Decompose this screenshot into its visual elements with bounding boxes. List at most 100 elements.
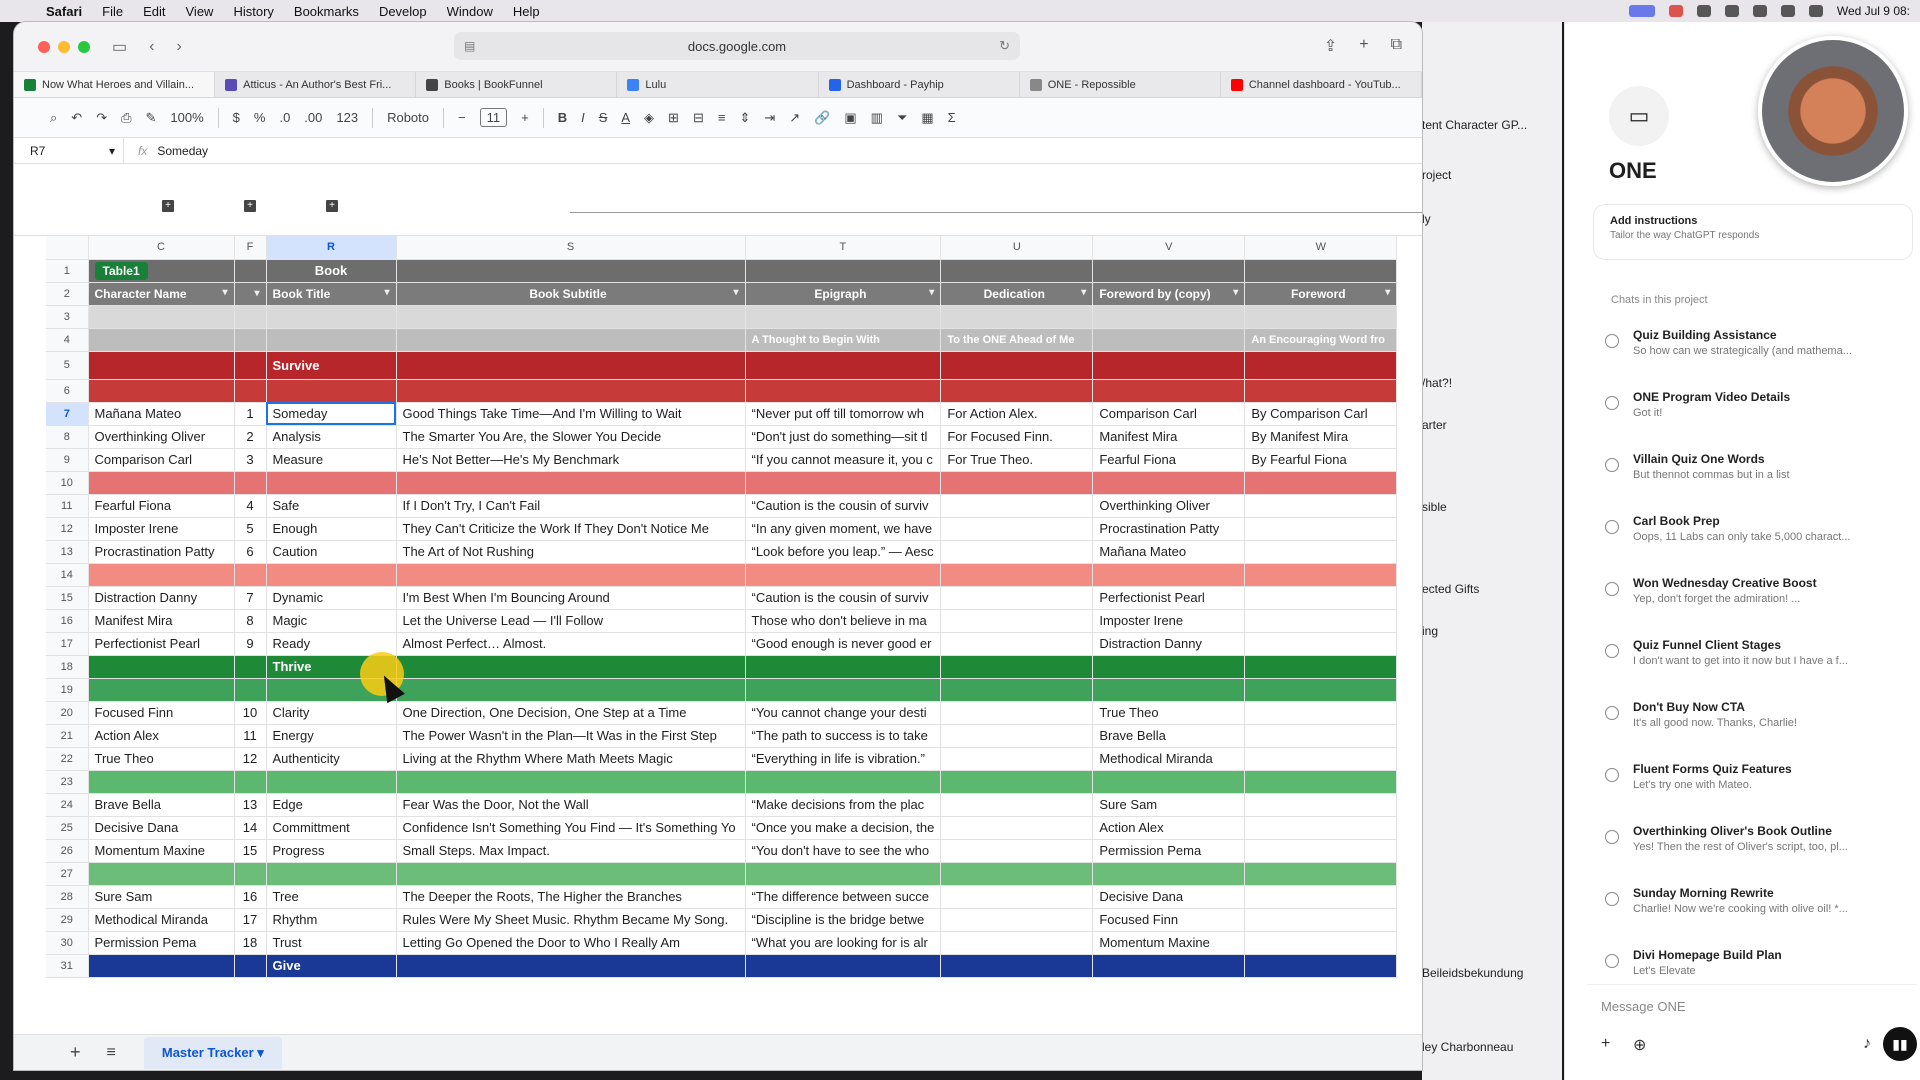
sheet-tab-master-tracker[interactable]: Master Tracker ▾ — [143, 1036, 282, 1069]
epigraph-cell[interactable]: “Once you make a decision, the — [745, 816, 942, 840]
paint-format-icon[interactable]: ✎ — [146, 110, 157, 126]
book-title-cell[interactable]: Tree — [266, 885, 397, 909]
subtitle-cell[interactable]: If I Don't Try, I Can't Fail — [396, 494, 746, 518]
subtitle-cell[interactable]: Let the Universe Lead — I'll Follow — [396, 609, 746, 633]
microphone-icon[interactable]: ♪ — [1863, 1035, 1871, 1053]
cell[interactable] — [1244, 379, 1398, 403]
record-icon[interactable] — [1668, 5, 1683, 17]
all-sheets-icon[interactable]: ≡ — [107, 1044, 116, 1062]
cell[interactable] — [234, 770, 267, 794]
tab-youtube[interactable]: Channel dashboard - YouTub... — [1221, 72, 1422, 97]
character-name-cell[interactable]: Action Alex — [88, 724, 235, 748]
foreword-by-cell[interactable]: Methodical Miranda — [1092, 747, 1246, 771]
row-header[interactable]: 1 — [46, 259, 89, 283]
book-title-cell[interactable]: Energy — [266, 724, 397, 748]
book-number-cell[interactable]: 4 — [234, 494, 267, 518]
cell[interactable] — [1092, 678, 1246, 702]
cell[interactable] — [1244, 305, 1398, 329]
tab-now-what-heroes[interactable]: Now What Heroes and Villain... — [14, 72, 216, 97]
book-number-cell[interactable]: 7 — [234, 586, 267, 610]
tab-repossible[interactable]: ONE - Repossible — [1020, 72, 1221, 97]
subtitle-cell[interactable]: I'm Best When I'm Bouncing Around — [396, 586, 746, 610]
bold-button[interactable]: B — [558, 110, 567, 125]
cell[interactable]: A Thought to Begin With — [745, 328, 942, 352]
header-cell[interactable]: Dedication ▾ — [940, 282, 1094, 306]
dedication-cell[interactable] — [940, 885, 1094, 909]
subtitle-cell[interactable]: Rules Were My Sheet Music. Rhythm Became… — [396, 908, 746, 932]
cell[interactable] — [745, 563, 942, 587]
tab-atticus[interactable]: Atticus - An Author's Best Fri... — [215, 72, 417, 97]
row-header[interactable]: 28 — [46, 885, 89, 909]
foreword-by-cell[interactable]: Focused Finn — [1092, 908, 1246, 932]
dedication-cell[interactable]: For True Theo. — [940, 448, 1094, 472]
book-title-cell[interactable]: Clarity — [266, 701, 397, 725]
cell[interactable] — [1092, 379, 1246, 403]
book-title-cell[interactable]: Measure — [266, 448, 397, 472]
dedication-cell[interactable]: For Action Alex. — [940, 402, 1094, 426]
menu-develop[interactable]: Develop — [379, 4, 427, 19]
foreword-cell[interactable] — [1244, 540, 1398, 564]
column-header[interactable]: F — [234, 236, 267, 260]
filter-dropdown-icon[interactable]: ▾ — [222, 287, 227, 298]
character-name-cell[interactable]: Manifest Mira — [88, 609, 235, 633]
epigraph-cell[interactable]: “Look before you leap.” — Aesc — [745, 540, 942, 564]
chat-item[interactable]: Villain Quiz One Words But thennot commas… — [1605, 452, 1915, 514]
cell[interactable] — [745, 770, 942, 794]
subtitle-cell[interactable]: He's Not Better—He's My Benchmark — [396, 448, 746, 472]
strikethrough-button[interactable]: S — [599, 110, 608, 125]
finder-item[interactable]: ected Gifts — [1422, 582, 1479, 596]
character-name-cell[interactable]: Overthinking Oliver — [88, 425, 235, 449]
foreword-cell[interactable] — [1244, 747, 1398, 771]
minimize-window-button[interactable] — [58, 40, 70, 53]
foreword-cell[interactable] — [1244, 724, 1398, 748]
cell[interactable] — [1244, 954, 1398, 978]
menu-bookmarks[interactable]: Bookmarks — [294, 4, 359, 19]
column-header[interactable]: R — [266, 236, 397, 260]
cell[interactable] — [88, 471, 235, 495]
foreword-cell[interactable]: By Comparison Carl — [1244, 402, 1398, 426]
character-name-cell[interactable]: Methodical Miranda — [88, 908, 235, 932]
filter-dropdown-icon[interactable]: ▾ — [1233, 287, 1238, 298]
chat-item[interactable]: Carl Book Prep Oops, 11 Labs can only tak… — [1605, 514, 1915, 576]
column-header[interactable]: S — [396, 236, 746, 260]
cell[interactable] — [1092, 563, 1246, 587]
subtitle-cell[interactable]: Almost Perfect… Almost. — [396, 632, 746, 656]
filter-views-icon[interactable]: ▦ — [921, 110, 933, 126]
epigraph-cell[interactable]: “Don't just do something—sit tl — [745, 425, 942, 449]
filter-icon[interactable]: ⏷ — [897, 110, 907, 126]
finder-item[interactable]: ing — [1422, 624, 1438, 638]
character-name-cell[interactable]: Sure Sam — [88, 885, 235, 909]
add-sheet-button[interactable]: + — [70, 1042, 81, 1063]
back-icon[interactable]: ‹ — [149, 38, 154, 56]
cell[interactable] — [745, 259, 942, 283]
cell[interactable] — [940, 862, 1094, 886]
book-number-cell[interactable]: 6 — [234, 540, 267, 564]
chat-item[interactable]: Quiz Building Assistance So how can we st… — [1605, 328, 1915, 390]
foreword-by-cell[interactable]: Imposter Irene — [1092, 609, 1246, 633]
header-cell[interactable]: Foreword by (copy) ▾ — [1092, 282, 1246, 306]
book-title-cell-selected[interactable]: Someday — [266, 402, 397, 426]
book-title-cell[interactable]: Authenticity — [266, 747, 397, 771]
wifi-icon[interactable] — [1752, 5, 1767, 17]
epigraph-cell[interactable]: “Caution is the cousin of surviv — [745, 494, 942, 518]
cell[interactable] — [88, 351, 235, 380]
dedication-cell[interactable] — [940, 586, 1094, 610]
tab-lulu[interactable]: Lulu — [617, 72, 819, 97]
finder-item[interactable]: tent Character GP... — [1422, 118, 1527, 132]
dedication-cell[interactable] — [940, 494, 1094, 518]
book-number-cell[interactable]: 17 — [234, 908, 267, 932]
search-menus-icon[interactable]: ⌕ — [50, 110, 57, 126]
cell[interactable] — [396, 655, 746, 679]
chat-item[interactable]: Quiz Funnel Client Stages I don't want to… — [1605, 638, 1915, 700]
cell[interactable] — [1092, 770, 1246, 794]
chat-item[interactable]: Don't Buy Now CTA It's all good now. Than… — [1605, 700, 1915, 762]
foreword-cell[interactable] — [1244, 839, 1398, 863]
cell[interactable] — [745, 379, 942, 403]
foreword-by-cell[interactable]: Distraction Danny — [1092, 632, 1246, 656]
zoom-select[interactable]: 100% — [170, 110, 203, 125]
book-number-cell[interactable]: 18 — [234, 931, 267, 955]
character-name-cell[interactable]: Brave Bella — [88, 793, 235, 817]
address-bar[interactable]: ▤ docs.google.com ↻ — [454, 32, 1020, 60]
foreword-by-cell[interactable]: Overthinking Oliver — [1092, 494, 1246, 518]
cell[interactable] — [745, 862, 942, 886]
